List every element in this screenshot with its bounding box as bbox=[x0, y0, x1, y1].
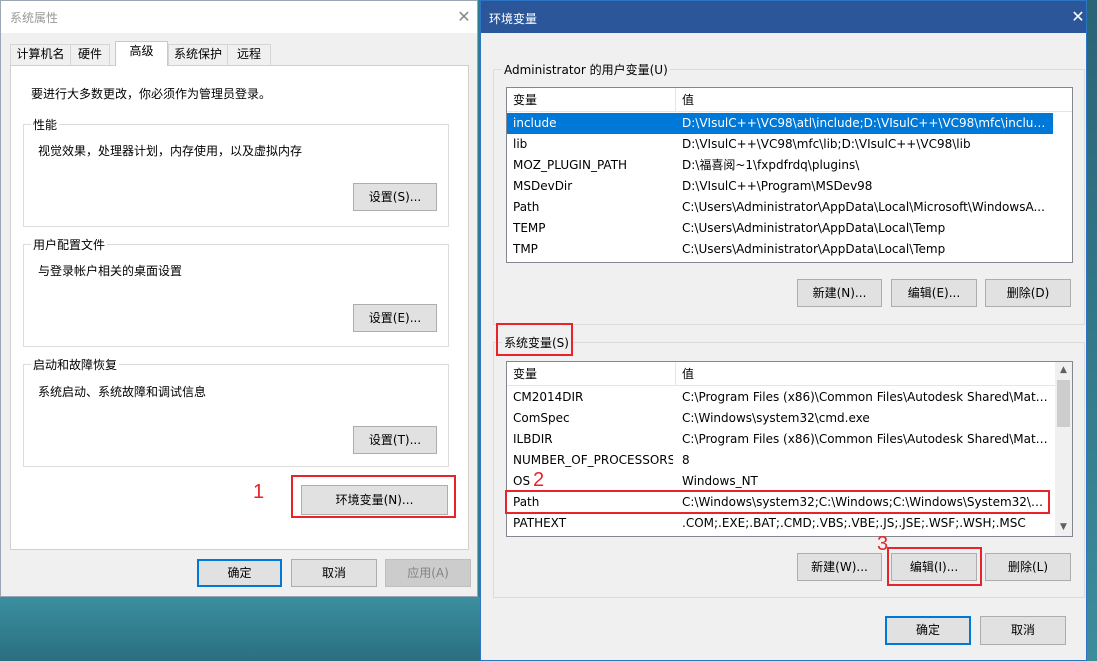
title-bar: 环境变量 ✕ bbox=[481, 1, 1086, 33]
environment-variables-dialog: 环境变量 ✕ Administrator 的用户变量(U) 变量 值 inclu… bbox=[480, 0, 1087, 661]
user-edit-button[interactable]: 编辑(E)... bbox=[891, 279, 977, 307]
list-item[interactable]: TEMP C:\Users\Administrator\AppData\Loca… bbox=[507, 218, 1053, 239]
group-description: 视觉效果，处理器计划，内存使用，以及虚拟内存 bbox=[38, 144, 303, 158]
variable-name: NUMBER_OF_PROCESSORS bbox=[513, 453, 673, 467]
annotation-highlight-1 bbox=[291, 475, 456, 518]
performance-group: 性能 视觉效果，处理器计划，内存使用，以及虚拟内存 设置(S)... bbox=[23, 116, 449, 227]
user-profiles-group: 用户配置文件 与登录帐户相关的桌面设置 设置(E)... bbox=[23, 236, 449, 347]
startup-recovery-group: 启动和故障恢复 系统启动、系统故障和调试信息 设置(T)... bbox=[23, 356, 449, 467]
vertical-scrollbar[interactable]: ▲ ▼ bbox=[1055, 362, 1072, 536]
variable-name: ComSpec bbox=[513, 411, 570, 425]
group-title: 启动和故障恢复 bbox=[31, 356, 120, 373]
tab-advanced[interactable]: 高级 bbox=[115, 41, 168, 66]
variable-value: D:\福喜阅~1\fxpdfrdq\plugins\ bbox=[682, 158, 860, 172]
desktop-background-right bbox=[1086, 0, 1097, 661]
annotation-highlight-path-row bbox=[505, 490, 1050, 514]
admin-notice: 要进行大多数更改，你必须作为管理员登录。 bbox=[31, 87, 272, 101]
column-header-variable[interactable]: 变量 bbox=[507, 362, 676, 386]
desktop-background bbox=[0, 597, 480, 661]
user-profiles-settings-button[interactable]: 设置(E)... bbox=[353, 304, 437, 332]
user-variables-list[interactable]: 变量 值 include D:\VIsulC++\VC98\atl\includ… bbox=[506, 87, 1073, 263]
tab-computer-name[interactable]: 计算机名 bbox=[10, 44, 71, 65]
variable-value: C:\Windows\system32\cmd.exe bbox=[682, 411, 870, 425]
group-title: 性能 bbox=[31, 116, 60, 133]
variable-value: D:\VIsulC++\Program\MSDev98 bbox=[682, 179, 873, 193]
window-title: 系统属性 bbox=[10, 11, 59, 25]
variable-value: C:\Users\Administrator\AppData\Local\Mic… bbox=[682, 200, 1045, 214]
user-delete-button[interactable]: 删除(D) bbox=[985, 279, 1071, 307]
group-description: 与登录帐户相关的桌面设置 bbox=[38, 264, 183, 278]
apply-button[interactable]: 应用(A) bbox=[385, 559, 471, 587]
variable-name: Path bbox=[513, 200, 540, 214]
variable-value: 8 bbox=[682, 453, 690, 467]
variable-value: C:\Users\Administrator\AppData\Local\Tem… bbox=[682, 221, 946, 235]
variable-name: include bbox=[513, 116, 557, 130]
user-new-button[interactable]: 新建(N)... bbox=[797, 279, 882, 307]
scroll-up-icon[interactable]: ▲ bbox=[1055, 362, 1072, 379]
variable-name: lib bbox=[513, 137, 528, 151]
list-item[interactable]: MOZ_PLUGIN_PATH D:\福喜阅~1\fxpdfrdq\plugin… bbox=[507, 155, 1053, 176]
column-header-value[interactable]: 值 bbox=[676, 362, 694, 386]
annotation-step-1: 1 bbox=[253, 481, 265, 503]
system-properties-dialog: 系统属性 ✕ 计算机名 硬件 高级 系统保护 远程 要进行大多数更改，你必须作为… bbox=[0, 0, 478, 597]
tab-hardware[interactable]: 硬件 bbox=[70, 44, 110, 65]
variable-name: ILBDIR bbox=[513, 432, 553, 446]
close-icon[interactable]: ✕ bbox=[453, 6, 475, 28]
variable-value: .COM;.EXE;.BAT;.CMD;.VBS;.VBE;.JS;.JSE;.… bbox=[682, 516, 1026, 530]
list-item[interactable]: NUMBER_OF_PROCESSORS 8 bbox=[507, 450, 1053, 471]
variable-value: C:\Program Files (x86)\Common Files\Auto… bbox=[682, 432, 1052, 446]
variable-name: TMP bbox=[513, 242, 538, 256]
variable-name: MSDevDir bbox=[513, 179, 573, 193]
cancel-button[interactable]: 取消 bbox=[291, 559, 377, 587]
variable-value: C:\Program Files (x86)\Common Files\Auto… bbox=[682, 390, 1052, 404]
ok-button[interactable]: 确定 bbox=[197, 559, 282, 587]
list-item[interactable]: include D:\VIsulC++\VC98\atl\include;D:\… bbox=[507, 113, 1053, 134]
tab-system-protection[interactable]: 系统保护 bbox=[168, 44, 228, 65]
variable-name: CM2014DIR bbox=[513, 390, 584, 404]
variable-value: C:\Users\Administrator\AppData\Local\Tem… bbox=[682, 242, 946, 256]
title-bar: 系统属性 ✕ bbox=[1, 1, 477, 33]
cancel-button[interactable]: 取消 bbox=[980, 616, 1066, 645]
list-item[interactable]: Path C:\Users\Administrator\AppData\Loca… bbox=[507, 197, 1053, 218]
system-new-button[interactable]: 新建(W)... bbox=[797, 553, 882, 581]
tab-remote[interactable]: 远程 bbox=[227, 44, 271, 65]
close-icon[interactable]: ✕ bbox=[1067, 6, 1089, 28]
list-header: 变量 值 bbox=[507, 88, 1072, 112]
variable-name: PATHEXT bbox=[513, 516, 567, 530]
list-item[interactable]: PATHEXT .COM;.EXE;.BAT;.CMD;.VBS;.VBE;.J… bbox=[507, 513, 1053, 534]
column-header-variable[interactable]: 变量 bbox=[507, 88, 676, 112]
variable-name: TEMP bbox=[513, 221, 546, 235]
list-item[interactable]: lib D:\VIsulC++\VC98\mfc\lib;D:\VIsulC++… bbox=[507, 134, 1053, 155]
variable-value: D:\VIsulC++\VC98\atl\include;D:\VIsulC++… bbox=[682, 116, 1052, 130]
window-title: 环境变量 bbox=[489, 12, 538, 26]
system-delete-button[interactable]: 删除(L) bbox=[985, 553, 1071, 581]
annotation-highlight-system-variables bbox=[496, 323, 573, 356]
ok-button[interactable]: 确定 bbox=[885, 616, 971, 645]
group-title: Administrator 的用户变量(U) bbox=[502, 61, 670, 78]
annotation-step-3: 3 bbox=[877, 533, 889, 555]
scroll-down-icon[interactable]: ▼ bbox=[1055, 519, 1072, 536]
startup-recovery-settings-button[interactable]: 设置(T)... bbox=[353, 426, 437, 454]
group-title: 用户配置文件 bbox=[31, 236, 108, 253]
performance-settings-button[interactable]: 设置(S)... bbox=[353, 183, 437, 211]
annotation-highlight-3 bbox=[887, 547, 982, 586]
annotation-step-2: 2 bbox=[533, 469, 545, 491]
list-header: 变量 值 bbox=[507, 362, 1055, 386]
list-item[interactable]: OS Windows_NT bbox=[507, 471, 1053, 492]
column-header-value[interactable]: 值 bbox=[676, 88, 694, 112]
variable-value: Windows_NT bbox=[682, 474, 758, 488]
group-description: 系统启动、系统故障和调试信息 bbox=[38, 385, 207, 399]
scrollbar-thumb[interactable] bbox=[1057, 380, 1070, 427]
variable-name: MOZ_PLUGIN_PATH bbox=[513, 158, 628, 172]
list-item[interactable]: CM2014DIR C:\Program Files (x86)\Common … bbox=[507, 387, 1053, 408]
list-item[interactable]: TMP C:\Users\Administrator\AppData\Local… bbox=[507, 239, 1053, 260]
list-item[interactable]: ComSpec C:\Windows\system32\cmd.exe bbox=[507, 408, 1053, 429]
list-item[interactable]: ILBDIR C:\Program Files (x86)\Common Fil… bbox=[507, 429, 1053, 450]
variable-value: D:\VIsulC++\VC98\mfc\lib;D:\VIsulC++\VC9… bbox=[682, 137, 971, 151]
list-item[interactable]: MSDevDir D:\VIsulC++\Program\MSDev98 bbox=[507, 176, 1053, 197]
